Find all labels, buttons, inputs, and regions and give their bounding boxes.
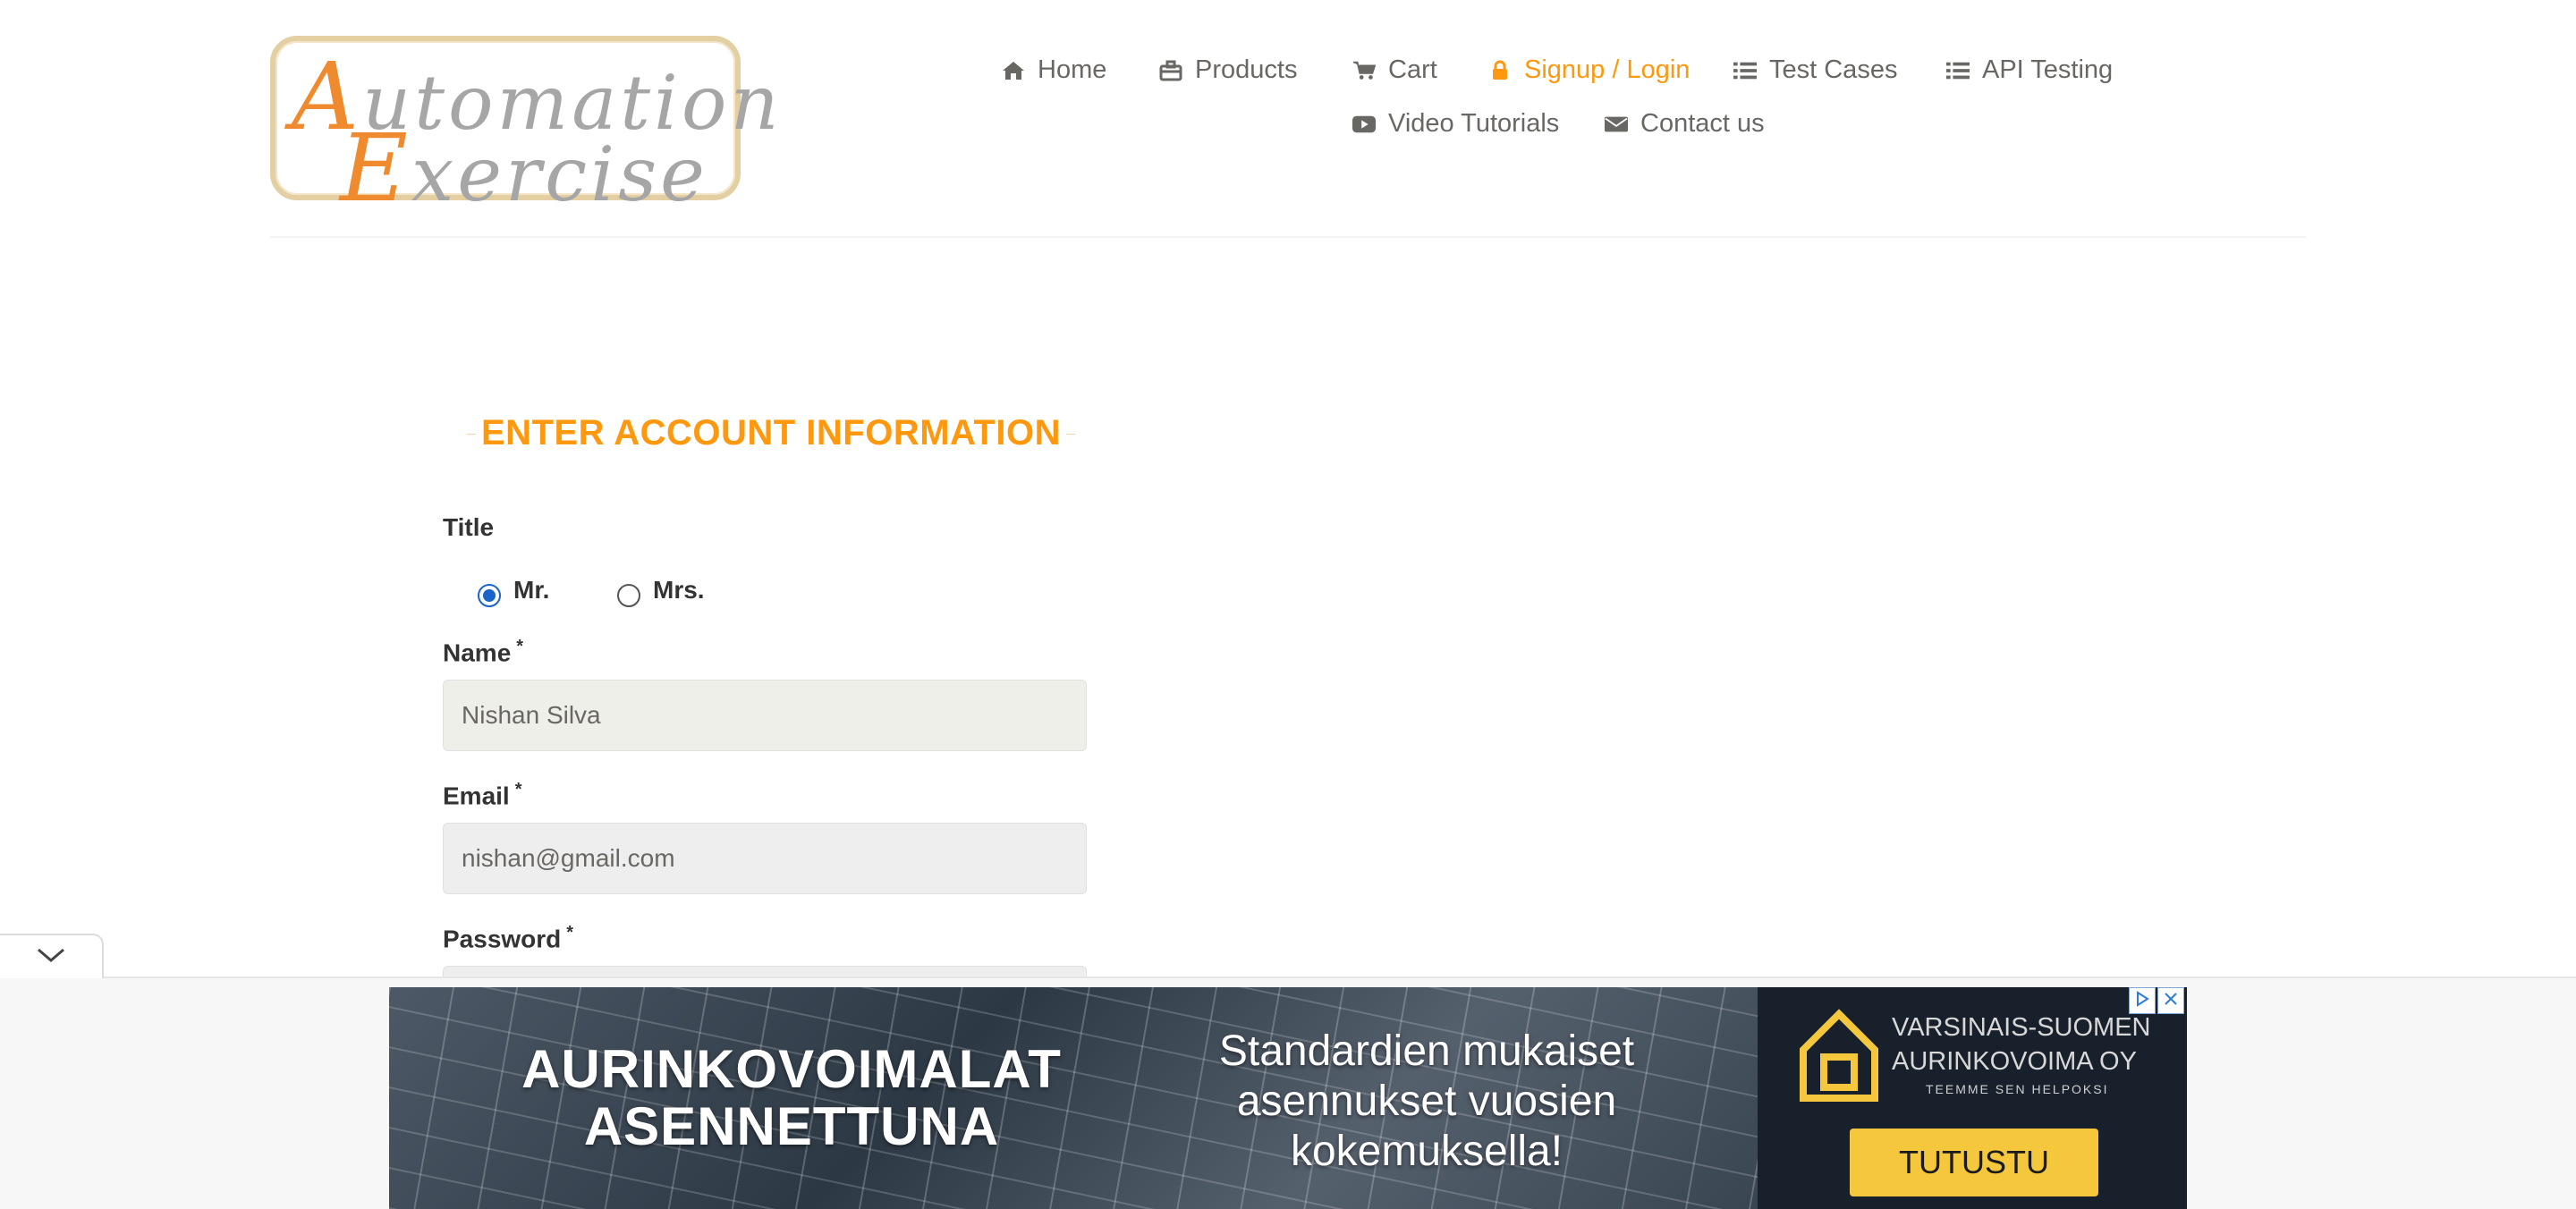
youtube-play-icon [1352,113,1376,136]
nav-api-testing[interactable]: API Testing [1946,55,2113,85]
nav-test-cases-label: Test Cases [1769,55,1898,84]
title-label: Title [443,513,495,541]
nav-contact-us[interactable]: Contact us [1605,109,1765,139]
nav-cart-label: Cart [1388,55,1437,84]
form-title: ENTER ACCOUNT INFORMATION [467,413,1076,453]
nav-test-cases[interactable]: Test Cases [1733,55,1897,85]
nav-contact-us-label: Contact us [1640,109,1765,138]
radio-mrs-label: Mrs. [653,576,705,604]
ad-close-button[interactable] [2157,987,2184,1014]
nav-cart[interactable]: Cart [1352,55,1437,85]
nav-products[interactable]: Products [1159,55,1297,85]
ad-subline-3: kokemuksella! [1290,1128,1563,1175]
nav-api-testing-label: API Testing [1982,55,2114,84]
email-label-text: Email [443,782,510,810]
ad-divider [0,976,2576,978]
ad-banner[interactable]: AURINKOVOIMALAT ASENNETTUNA Standardien … [389,987,1758,1209]
ad-subline-2: asennukset vuosien [1236,1078,1617,1125]
required-mark: * [516,637,524,656]
lock-icon [1488,59,1512,82]
site-logo[interactable]: Automation Exercise [270,36,779,215]
header-divider [270,236,2306,238]
radio-mr-input[interactable] [478,584,501,607]
nav-home[interactable]: Home [1002,55,1106,85]
name-label: Name * [443,637,523,667]
radio-mrs[interactable]: Mrs. [617,576,705,607]
home-icon [1002,59,1025,82]
ad-headline-line1: AURINKOVOIMALAT [521,1039,1062,1099]
radio-mr-label: Mr. [513,576,550,604]
nav-video-tutorials[interactable]: Video Tutorials [1352,109,1559,139]
password-label-text: Password [443,925,562,953]
ad-brand-name: VARSINAIS-SUOMEN AURINKOVOIMA OY [1892,1010,2151,1078]
house-logo-icon [1799,1007,1879,1110]
ad-brand-tagline: TEEMME SEN HELPOKSI [1926,1082,2109,1096]
nav-video-tutorials-label: Video Tutorials [1388,109,1560,138]
close-icon [2163,991,2179,1011]
radio-mr[interactable]: Mr. [478,576,550,607]
ad-headline-line2: ASENNETTUNA [583,1096,1000,1156]
ad-choices-icon [2134,990,2150,1011]
logo-line-2: Exercise [340,114,708,223]
ad-brand-panel[interactable]: VARSINAIS-SUOMEN AURINKOVOIMA OY TEEMME … [1758,987,2187,1209]
envelope-icon [1605,113,1628,136]
chevron-down-icon [36,946,66,968]
ad-subline-1: Standardien mukaiset [1218,1027,1635,1075]
briefcase-icon [1159,59,1182,82]
ad-subline: Standardien mukaiset asennukset vuosien … [1158,1027,1695,1177]
nav-products-label: Products [1195,55,1298,84]
name-input[interactable]: Nishan Silva [443,680,1087,751]
nav-signup-login-label: Signup / Login [1524,55,1690,84]
ad-brand-line1: VARSINAIS-SUOMEN [1892,1013,2151,1042]
radio-mrs-input[interactable] [617,584,640,607]
name-label-text: Name [443,638,512,667]
nav-signup-login[interactable]: Signup / Login [1488,55,1690,85]
list-icon [1946,59,1970,82]
ad-collapse-button[interactable] [0,934,104,978]
email-input[interactable]: nishan@gmail.com [443,823,1087,894]
ad-cta-button[interactable]: TUTUSTU [1850,1129,2098,1196]
ad-brand-line2: AURINKOVOIMA OY [1892,1047,2137,1076]
list-icon [1733,59,1757,82]
email-label: Email * [443,780,522,810]
required-mark: * [566,923,574,943]
required-mark: * [514,780,522,799]
ad-choices-button[interactable] [2129,987,2156,1014]
cart-icon [1352,59,1376,82]
nav-home-label: Home [1038,55,1107,84]
ad-headline: AURINKOVOIMALAT ASENNETTUNA [389,1041,1194,1155]
password-label: Password * [443,923,573,953]
